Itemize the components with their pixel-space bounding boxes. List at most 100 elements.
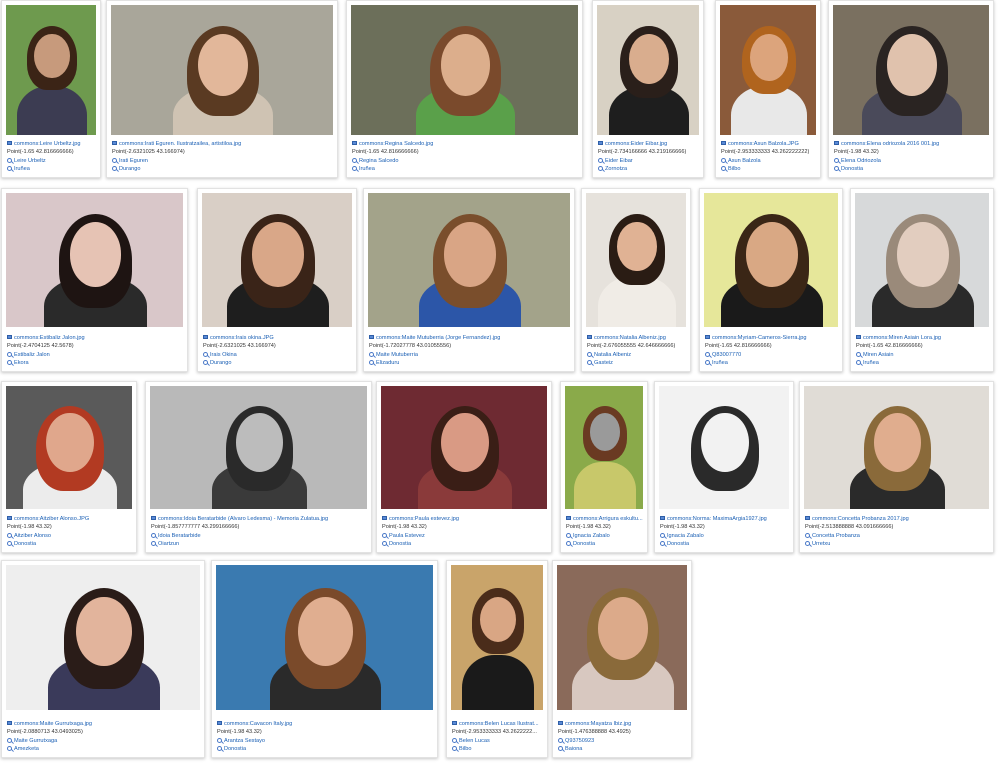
person-link[interactable]: Elena Odriozola: [841, 158, 881, 164]
person-link[interactable]: Maite Mutuberria: [376, 352, 418, 358]
photo-thumbnail[interactable]: [6, 565, 200, 710]
place-link[interactable]: Donostia: [573, 541, 595, 547]
photo-thumbnail[interactable]: [150, 386, 367, 509]
file-link[interactable]: commons:Cavacon Italy.jpg: [224, 721, 292, 727]
place-link[interactable]: Donostia: [841, 166, 863, 172]
place-link[interactable]: Donostia: [667, 541, 689, 547]
photo-thumbnail[interactable]: [659, 386, 789, 509]
place-link[interactable]: Urretxu: [812, 541, 830, 547]
file-link[interactable]: commons:Elena odriozola 2016 001.jpg: [841, 141, 939, 147]
place-link[interactable]: Iruñea: [359, 166, 375, 172]
person-link[interactable]: Estibaliz Jalon: [14, 352, 50, 358]
image-file-icon: [856, 335, 861, 340]
search-icon: [598, 157, 603, 163]
person-link[interactable]: Arantza Sestayo: [224, 738, 265, 744]
photo-thumbnail[interactable]: [586, 193, 686, 327]
person-link[interactable]: Ignacia Zabalo: [573, 533, 610, 539]
person-link[interactable]: Asun Balzola: [728, 158, 761, 164]
photo-thumbnail[interactable]: [111, 5, 333, 135]
person-link[interactable]: Paula Estevez: [389, 533, 425, 539]
photo-thumbnail[interactable]: [6, 193, 183, 327]
place-link[interactable]: Iruñea: [863, 360, 879, 366]
place-link[interactable]: Amezketa: [14, 746, 39, 752]
person-link[interactable]: Leire Urbeltz: [14, 158, 46, 164]
place-link[interactable]: Zornotza: [605, 166, 627, 172]
photo-thumbnail[interactable]: [597, 5, 699, 135]
point-coordinates: Point(-1.98 43.32): [217, 729, 262, 736]
place-link[interactable]: Iruñea: [14, 166, 30, 172]
photo-thumbnail[interactable]: [855, 193, 989, 327]
person-link[interactable]: Miren Asiain: [863, 352, 893, 358]
file-link[interactable]: commons:Leire Urbeltz.jpg: [14, 141, 81, 147]
place-link[interactable]: Bilbo: [728, 166, 740, 172]
photo-thumbnail[interactable]: [451, 565, 543, 710]
file-link[interactable]: commons:Arrigura eskultu...: [573, 516, 643, 522]
image-file-icon: [452, 721, 457, 726]
file-link[interactable]: commons:Mayatza Ibiz.jpg: [565, 721, 631, 727]
place-link[interactable]: Ekora: [14, 360, 29, 366]
photo-thumbnail[interactable]: [804, 386, 989, 509]
person-link[interactable]: Q93750923: [565, 738, 594, 744]
place-link[interactable]: Bilbo: [459, 746, 471, 752]
photo-thumbnail[interactable]: [6, 5, 96, 135]
place-link[interactable]: Durango: [119, 166, 140, 172]
file-link[interactable]: commons:Paula estevez.jpg: [389, 516, 459, 522]
person-link[interactable]: Belen Lucas: [459, 738, 490, 744]
photo-thumbnail[interactable]: [381, 386, 547, 509]
person-link[interactable]: Natalia Albeniz: [594, 352, 631, 358]
photo-thumbnail[interactable]: [202, 193, 352, 327]
file-link[interactable]: commons:Maite Mutuberria (Jorge Fernande…: [376, 335, 500, 341]
file-link[interactable]: commons:Irais okina.JPG: [210, 335, 274, 341]
photo-metadata: commons:Miren Asiain Lora.jpg Point(-1.65…: [856, 334, 990, 368]
photo-metadata: commons:Irati Eguren. Ilustratzailea, ar…: [112, 140, 334, 174]
person-link[interactable]: Q83007770: [712, 352, 741, 358]
place-link[interactable]: Donostia: [389, 541, 411, 547]
person-link[interactable]: Irais Okina: [210, 352, 237, 358]
place-link[interactable]: Donostia: [14, 541, 36, 547]
person-link[interactable]: Concetta Probanza: [812, 533, 860, 539]
photo-thumbnail[interactable]: [368, 193, 570, 327]
photo-thumbnail[interactable]: [565, 386, 643, 509]
file-link[interactable]: commons:Norma: MaximaArgia1927.jpg: [667, 516, 767, 522]
file-link[interactable]: commons:Irati Eguren. Ilustratzailea, ar…: [119, 141, 241, 147]
file-link[interactable]: commons:Belen Lucas Ilustrat...: [459, 721, 539, 727]
file-link[interactable]: commons:Asun Balzola.JPG: [728, 141, 799, 147]
file-link[interactable]: commons:Regina Salcedo.jpg: [359, 141, 433, 147]
photo-thumbnail[interactable]: [6, 386, 132, 509]
gallery-card: commons:Aitziber Alonso.JPG Point(-1.98 4…: [1, 381, 137, 553]
person-link[interactable]: Maite Gurrutxaga: [14, 738, 57, 744]
photo-thumbnail[interactable]: [216, 565, 433, 710]
photo-thumbnail[interactable]: [833, 5, 989, 135]
photo-thumbnail[interactable]: [557, 565, 687, 710]
search-icon: [7, 360, 12, 366]
file-link[interactable]: commons:Miren Asiain Lora.jpg: [863, 335, 941, 341]
file-link[interactable]: commons:Maite Gurrutxaga.jpg: [14, 721, 92, 727]
photo-thumbnail[interactable]: [351, 5, 578, 135]
file-link[interactable]: commons:Estibaliz Jalon.jpg: [14, 335, 85, 341]
file-link[interactable]: commons:Idoia Beratarbide (Alvaro Ledesm…: [158, 516, 328, 522]
person-link[interactable]: Irati Eguren: [119, 158, 148, 164]
place-link[interactable]: Oiartzun: [158, 541, 179, 547]
place-link[interactable]: Baiona: [565, 746, 582, 752]
file-link[interactable]: commons:Eider Eibar.jpg: [605, 141, 667, 147]
image-file-icon: [7, 335, 12, 340]
photo-thumbnail[interactable]: [720, 5, 816, 135]
gallery-card: commons:Regina Salcedo.jpg Point(-1.65 42…: [346, 0, 583, 178]
place-link[interactable]: Durango: [210, 360, 231, 366]
search-icon: [151, 541, 156, 547]
file-link[interactable]: commons:Concetta Probanza 2017.jpg: [812, 516, 909, 522]
person-link[interactable]: Aitziber Alonso: [14, 533, 51, 539]
file-link[interactable]: commons:Natalia Albeniz.jpg: [594, 335, 666, 341]
place-link[interactable]: Elizaduru: [376, 360, 399, 366]
place-link[interactable]: Donostia: [224, 746, 246, 752]
person-link[interactable]: Eider Eibar: [605, 158, 633, 164]
person-link[interactable]: Idoia Beratarbide: [158, 533, 201, 539]
place-link[interactable]: Gasteiz: [594, 360, 613, 366]
photo-metadata: commons:Idoia Beratarbide (Alvaro Ledesm…: [151, 515, 368, 549]
place-link[interactable]: Iruñea: [712, 360, 728, 366]
photo-thumbnail[interactable]: [704, 193, 838, 327]
person-link[interactable]: Ignacia Zabalo: [667, 533, 704, 539]
file-link[interactable]: commons:Myriam-Cameros-Sierra.jpg: [712, 335, 807, 341]
file-link[interactable]: commons:Aitziber Alonso.JPG: [14, 516, 89, 522]
person-link[interactable]: Regina Salcedo: [359, 158, 399, 164]
